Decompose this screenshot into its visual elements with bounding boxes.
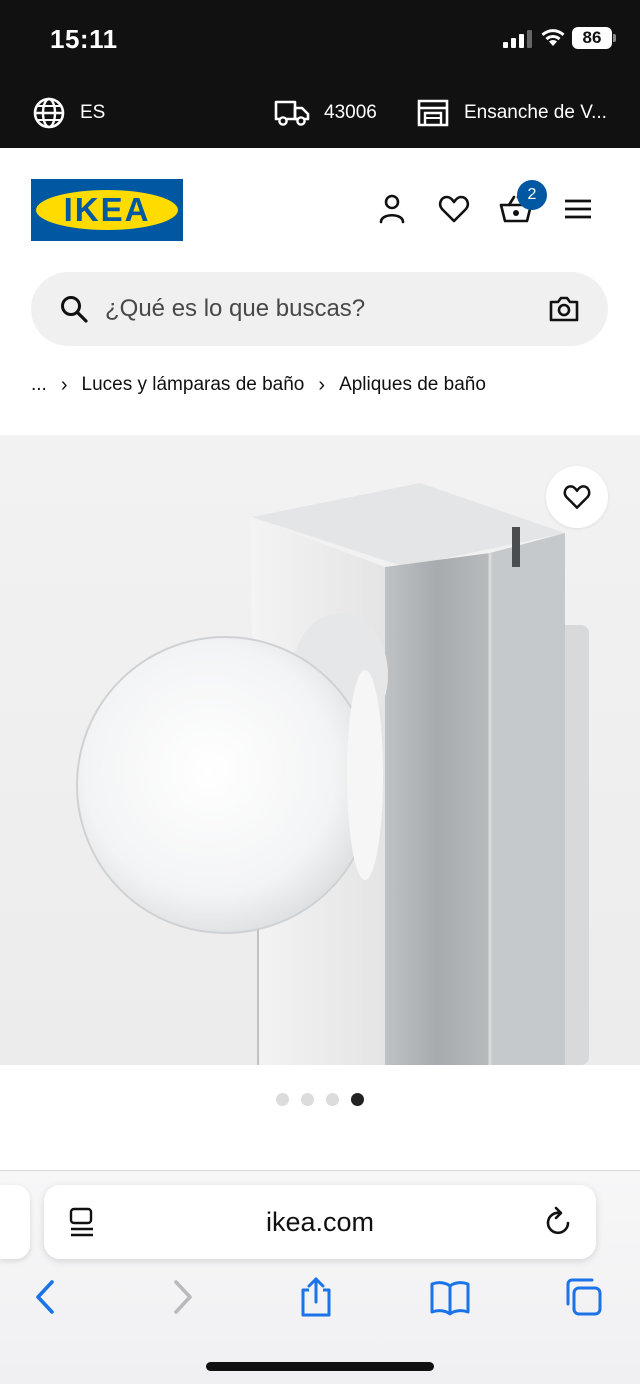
globe-icon xyxy=(33,97,65,129)
camera-search-icon[interactable] xyxy=(548,294,580,324)
book-icon xyxy=(430,1281,470,1316)
breadcrumb-ellipsis[interactable]: ... xyxy=(31,374,47,396)
ikea-logo[interactable]: IKEA ® xyxy=(31,179,183,241)
logo-registered-mark: ® xyxy=(174,194,180,203)
status-time: 15:11 xyxy=(50,24,118,54)
breadcrumb-item-bathroom-wall-lamps[interactable]: Apliques de baño xyxy=(339,374,486,396)
delivery-postal-code[interactable]: 43006 xyxy=(274,78,377,148)
language-selector[interactable]: ES xyxy=(32,78,105,148)
bookmarks-button[interactable] xyxy=(430,1276,470,1318)
account-button[interactable] xyxy=(375,192,409,226)
search-icon xyxy=(61,296,88,323)
previous-tab-preview[interactable] xyxy=(0,1185,30,1259)
reload-icon[interactable] xyxy=(542,1205,574,1239)
breadcrumb-item-bathroom-lights[interactable]: Luces y lámparas de baño xyxy=(82,374,305,396)
chevron-right-icon: › xyxy=(318,373,326,396)
store-icon xyxy=(417,99,449,127)
battery-indicator: 86 xyxy=(572,27,612,49)
search-input[interactable]: ¿Qué es lo que buscas? xyxy=(105,272,365,346)
address-bar[interactable]: ikea.com xyxy=(44,1185,596,1259)
share-button[interactable] xyxy=(296,1276,336,1318)
language-label: ES xyxy=(80,102,106,123)
image-carousel-indicator xyxy=(276,1093,364,1106)
cart-count-badge: 2 xyxy=(517,180,547,210)
truck-icon xyxy=(274,100,310,126)
carousel-dot-active[interactable] xyxy=(351,1093,364,1106)
ios-status-bar: 15:11 86 xyxy=(0,0,640,78)
forward-button[interactable] xyxy=(162,1276,202,1318)
heart-icon xyxy=(438,195,470,223)
search-bar[interactable]: ¿Qué es lo que buscas? xyxy=(31,272,608,346)
favorites-button[interactable] xyxy=(437,192,471,226)
hamburger-menu-icon xyxy=(565,199,591,219)
carousel-dot[interactable] xyxy=(301,1093,314,1106)
site-header: IKEA ® xyxy=(0,148,640,268)
chevron-right-icon xyxy=(174,1280,192,1314)
wifi-icon xyxy=(541,29,565,46)
tabs-button[interactable] xyxy=(564,1276,604,1318)
location-bar: ES 43006 Ensanche de V... xyxy=(0,78,640,148)
logo-wordmark: IKEA xyxy=(63,191,151,228)
product-favorite-button[interactable] xyxy=(546,466,608,528)
carousel-dot[interactable] xyxy=(326,1093,339,1106)
store-selector[interactable]: Ensanche de V... xyxy=(416,78,607,148)
share-icon xyxy=(301,1277,331,1317)
postal-code-label: 43006 xyxy=(324,102,377,123)
breadcrumb: ... › Luces y lámparas de baño › Aplique… xyxy=(31,368,486,402)
chevron-left-icon xyxy=(36,1280,54,1314)
carousel-dot[interactable] xyxy=(276,1093,289,1106)
menu-button[interactable] xyxy=(561,192,595,226)
user-icon xyxy=(379,194,405,224)
url-text[interactable]: ikea.com xyxy=(44,1185,596,1259)
store-label: Ensanche de V... xyxy=(464,102,607,123)
chevron-right-icon: › xyxy=(60,373,68,396)
back-button[interactable] xyxy=(26,1276,66,1318)
tabs-icon xyxy=(566,1278,602,1316)
battery-nub xyxy=(613,34,616,42)
home-indicator xyxy=(206,1362,434,1371)
product-image[interactable] xyxy=(0,435,640,1065)
heart-icon xyxy=(563,485,591,509)
wall-lamp-illustration xyxy=(76,483,589,1065)
cellular-signal-icon xyxy=(503,30,532,48)
